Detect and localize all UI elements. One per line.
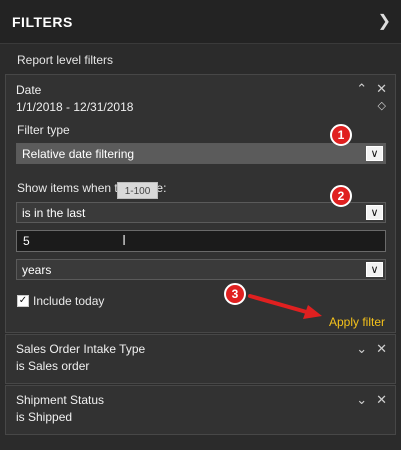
- annotation-arrow: [248, 294, 322, 319]
